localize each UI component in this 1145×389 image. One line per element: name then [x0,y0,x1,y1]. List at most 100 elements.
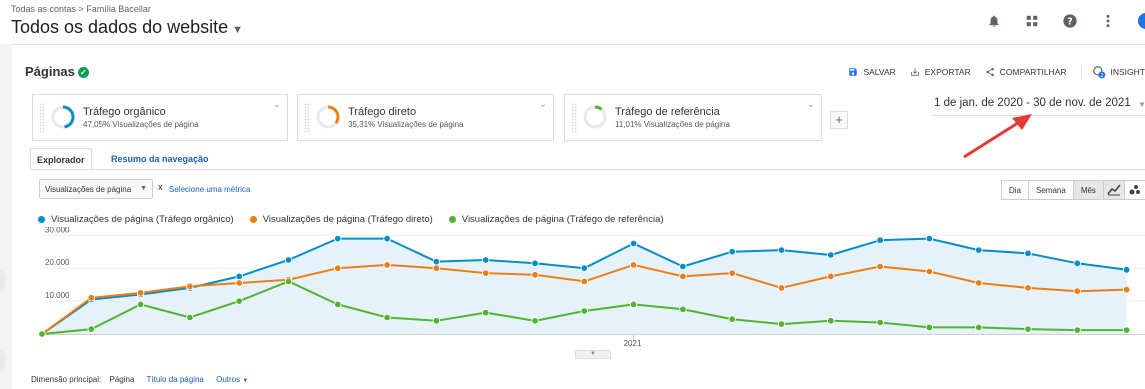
data-point[interactable] [38,330,46,338]
legend-item[interactable]: Visualizações de página (Tráfego de refe… [448,214,664,225]
metric-select[interactable]: Visualizações de página ▼ [39,179,153,199]
drag-handle[interactable] [571,103,577,133]
select-metric-link[interactable]: Selecione uma métrica [169,185,250,194]
data-point[interactable] [482,308,490,317]
data-point[interactable] [876,262,884,271]
view-selector[interactable]: Todos os dados do website ▼ [11,17,243,38]
dimension-link-others[interactable]: Outros ▼ [216,375,248,384]
data-point[interactable] [580,307,588,315]
data-point[interactable] [432,264,441,272]
line-chart-button[interactable] [1103,180,1125,200]
apps-grid-icon[interactable] [1023,12,1041,30]
data-point[interactable] [1122,266,1131,274]
chart-expander-handle[interactable]: ▼ [575,350,611,359]
breadcrumb[interactable]: Todas as contas > Família Bacellar [11,4,151,14]
data-point[interactable] [186,282,194,290]
data-point[interactable] [235,279,243,287]
data-point[interactable] [925,234,934,243]
legend-item[interactable]: Visualizações de página (Tráfego orgânic… [38,214,234,225]
date-range-picker[interactable]: 1 de jan. de 2020 - 30 de nov. de 2021 [934,97,1131,109]
data-point[interactable] [334,264,342,272]
share-button[interactable]: COMPARTILHAR [985,67,1067,77]
dimension-link-page-title[interactable]: Título da página [147,375,204,384]
data-point[interactable] [1122,285,1131,294]
data-point[interactable] [482,256,490,264]
data-point[interactable] [925,267,934,276]
data-point[interactable] [827,272,835,281]
data-point[interactable] [679,262,687,271]
data-point[interactable] [531,271,539,279]
tab-explorer[interactable]: Explorador [30,148,92,170]
data-point[interactable] [383,313,391,322]
data-point[interactable] [777,320,786,328]
data-point[interactable] [136,289,145,297]
data-point[interactable] [580,264,588,272]
tab-navigation-summary[interactable]: Resumo da navegação [105,148,215,170]
data-point[interactable] [531,317,539,325]
data-point[interactable] [432,257,441,266]
insights-button[interactable]: 2 INSIGHT [1080,65,1145,79]
data-point[interactable] [87,325,95,333]
avatar[interactable] [1137,12,1145,30]
data-point[interactable] [284,277,293,286]
data-point[interactable] [975,246,983,254]
drag-handle[interactable] [304,103,310,133]
segment-card-referral[interactable]: Tráfego de referência 11,01% Visualizaçõe… [564,94,822,141]
data-point[interactable] [876,318,884,327]
remove-metric-button[interactable]: x [158,182,163,192]
data-point[interactable] [186,313,194,322]
legend-item[interactable]: Visualizações de página (Tráfego direto) [249,214,433,225]
data-point[interactable] [284,256,293,264]
granularity-month-button[interactable]: Mês [1072,180,1104,200]
data-point[interactable] [975,323,983,332]
data-point[interactable] [876,236,884,244]
chevron-down-icon[interactable]: ⌄ [539,99,547,110]
data-point[interactable] [975,279,983,287]
data-point[interactable] [235,272,243,281]
bell-icon[interactable] [985,12,1003,30]
granularity-week-button[interactable]: Semana [1028,180,1074,200]
data-point[interactable] [1024,249,1032,258]
data-point[interactable] [1073,326,1081,334]
data-point[interactable] [679,305,687,313]
data-point[interactable] [827,317,835,325]
data-point[interactable] [580,277,588,286]
data-point[interactable] [1073,287,1081,295]
data-point[interactable] [383,234,391,243]
data-point[interactable] [925,323,934,332]
data-point[interactable] [679,272,687,281]
data-point[interactable] [235,297,243,305]
chevron-down-icon[interactable]: ⌄ [273,99,281,110]
more-vert-icon[interactable] [1099,12,1117,30]
chevron-down-icon[interactable]: ⌄ [807,99,815,110]
add-segment-button[interactable]: + [830,111,848,129]
data-point[interactable] [334,234,342,243]
data-point[interactable] [1024,284,1032,292]
save-button[interactable]: SALVAR [848,67,896,77]
data-point[interactable] [531,259,539,267]
drag-handle[interactable] [39,103,45,133]
data-point[interactable] [334,300,342,309]
data-point[interactable] [482,269,490,277]
data-point[interactable] [629,300,638,309]
data-point[interactable] [777,284,786,292]
data-point[interactable] [629,239,638,248]
granularity-day-button[interactable]: Dia [1001,180,1030,200]
data-point[interactable] [728,248,736,256]
data-point[interactable] [432,317,441,325]
data-point[interactable] [827,251,835,259]
data-point[interactable] [728,269,736,277]
data-point[interactable] [1122,326,1131,334]
data-point[interactable] [87,294,95,302]
data-point[interactable] [629,261,638,269]
data-point[interactable] [1073,259,1081,267]
data-point[interactable] [383,261,391,269]
data-point[interactable] [777,246,786,254]
data-point[interactable] [1024,325,1032,333]
data-point[interactable] [728,315,736,323]
segment-card-organic[interactable]: Tráfego orgânico 47,05% Visualizações de … [32,94,288,141]
segment-card-direct[interactable]: Tráfego direto 35,31% Visualizações de pá… [297,94,554,141]
export-button[interactable]: EXPORTAR [910,67,971,77]
help-icon[interactable]: ? [1061,12,1079,30]
data-point[interactable] [136,300,145,309]
